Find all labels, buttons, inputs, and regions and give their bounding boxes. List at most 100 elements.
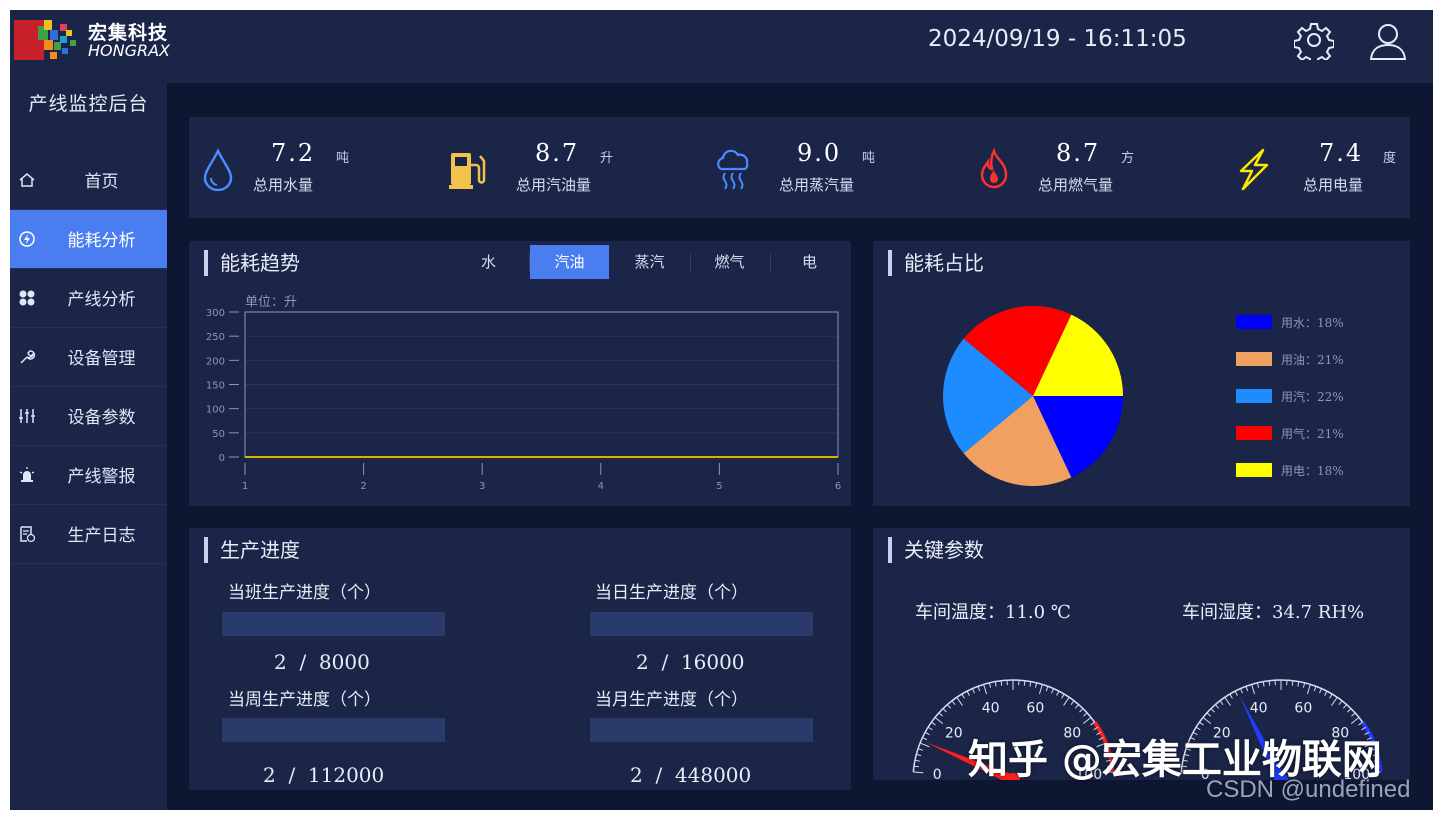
gauge-tick — [1302, 682, 1306, 688]
energy-share-pie-chart — [943, 306, 1123, 486]
gauge-tick — [1063, 696, 1070, 706]
kpi-label: 总用汽油量 — [516, 176, 592, 194]
kpi-value: 9.0 — [797, 139, 842, 167]
gauge-tick — [919, 742, 930, 748]
legend-label: 用气：21% — [1281, 427, 1344, 441]
energy-trend-panel: 能耗趋势 水 汽油 蒸汽 燃气 电 单位：升 0 50 100 150 200 250 300… — [189, 241, 851, 506]
kpi-water: 7.2 吨 总用水量 — [201, 117, 401, 218]
gauge-tick — [1256, 682, 1260, 688]
kpi-summary-bar: 7.2 吨 总用水量 8.7 升 总用汽油量 9.0 吨 总用蒸汽量 8.7 方… — [189, 117, 1410, 218]
top-header: 宏集科技 HONGRAX 2024/09/19 - 16:11:05 — [10, 10, 1433, 83]
gauge-tick-label: 40 — [982, 700, 1000, 716]
gauge-tick-label: 40 — [1250, 700, 1268, 716]
gauge-tick — [951, 700, 956, 706]
wrench-icon — [20, 350, 36, 364]
flame-icon — [980, 147, 1008, 189]
gauge-tick — [1000, 680, 1003, 686]
gauge-tick — [1291, 680, 1294, 686]
lightning-icon — [1239, 148, 1269, 191]
legend-swatch — [1236, 426, 1272, 440]
sidebar-item-energy-analysis[interactable]: 能耗分析 — [10, 210, 167, 269]
gauge-tick — [972, 688, 975, 694]
gauge-tick — [1324, 690, 1328, 696]
gauge-tick — [917, 748, 923, 751]
y-tick-label: 50 — [212, 429, 225, 440]
sidebar-item-line-alarms[interactable]: 产线警报 — [10, 446, 167, 505]
kpi-label: 总用电量 — [1303, 176, 1364, 194]
gauge-tick — [1240, 688, 1243, 694]
gauge-tick — [1215, 704, 1220, 709]
water-drop-icon — [203, 148, 233, 191]
gauge-tick — [1083, 712, 1088, 717]
gauge-tick-label: 20 — [945, 725, 963, 741]
kpi-label: 总用水量 — [253, 176, 314, 194]
production-progress-panel: 生产进度 当班生产进度（个） 2 / 8000 当日生产进度（个） 2 / 16… — [189, 528, 851, 790]
progress-value-month: 2 / 448000 — [630, 763, 752, 787]
legend-swatch — [1236, 389, 1272, 403]
legend-label: 用水：18% — [1281, 316, 1344, 330]
tab-electricity[interactable]: 电 — [770, 245, 849, 279]
kpi-unit: 方 — [1121, 151, 1135, 166]
fuel-pump-icon — [449, 153, 486, 189]
kpi-unit: 吨 — [336, 151, 350, 166]
gauge-tick — [988, 682, 992, 688]
kpi-electricity: 7.4 度 总用电量 — [1233, 117, 1410, 218]
current-datetime: 2024/09/19 - 16:11:05 — [928, 26, 1187, 52]
gauge-tick — [1199, 721, 1204, 726]
progress-label-month: 当月生产进度（个） — [595, 690, 748, 710]
kpi-steam: 9.0 吨 总用蒸汽量 — [713, 117, 913, 218]
legend-swatch — [1236, 352, 1272, 366]
gauge-tick — [1313, 686, 1317, 692]
home-icon — [19, 173, 35, 187]
panel-title: 关键参数 — [888, 537, 984, 563]
legend-label: 用电：18% — [1281, 464, 1344, 478]
gauge-tick — [1074, 704, 1079, 709]
progress-label-week: 当周生产进度（个） — [228, 690, 381, 710]
tab-gasoline[interactable]: 汽油 — [530, 245, 609, 279]
gauge-tick — [1351, 712, 1356, 717]
x-tick-label: 2 — [360, 481, 366, 492]
sidebar-item-label: 生产日志 — [67, 526, 136, 546]
kpi-label: 总用蒸汽量 — [779, 176, 855, 194]
workshop-humidity: 车间湿度：34.7 RH% — [1182, 602, 1365, 623]
kpi-unit: 度 — [1383, 151, 1397, 166]
kpi-value: 7.4 — [1319, 139, 1364, 167]
tab-gas[interactable]: 燃气 — [690, 245, 769, 279]
gauge-tick — [1338, 700, 1343, 706]
energy-icon — [19, 231, 35, 247]
gauge-tick — [938, 712, 943, 717]
sidebar-item-line-analysis[interactable]: 产线分析 — [10, 269, 167, 328]
tab-steam[interactable]: 蒸汽 — [610, 245, 689, 279]
sidebar-item-label: 产线分析 — [67, 290, 136, 310]
gauge-tick — [1329, 693, 1333, 699]
progress-value-shift: 2 / 8000 — [274, 650, 370, 674]
gauge-tick — [1023, 680, 1026, 686]
gauge-tick — [1206, 712, 1211, 717]
gauge-tick — [1251, 684, 1256, 695]
gauge-tick — [1051, 688, 1054, 694]
gauge-tick — [1045, 686, 1049, 692]
tab-water[interactable]: 水 — [449, 245, 528, 279]
gauge-tick — [1070, 700, 1075, 706]
gauge-tick — [1229, 693, 1233, 699]
sidebar-item-device-params[interactable]: 设备参数 — [10, 387, 167, 446]
gauge-tick — [1061, 693, 1065, 699]
sidebar-item-production-log[interactable]: 生产日志 — [10, 505, 167, 564]
kpi-label: 总用燃气量 — [1038, 176, 1114, 194]
sidebar-item-device-management[interactable]: 设备管理 — [10, 328, 167, 387]
kpi-value: 7.2 — [271, 139, 316, 167]
gauge-tick — [1210, 708, 1215, 713]
grid-icon — [19, 290, 35, 306]
user-profile-icon[interactable] — [1368, 20, 1408, 60]
workshop-temperature: 车间温度：11.0 ℃ — [915, 602, 1071, 623]
gauge-tick — [1234, 690, 1238, 696]
sidebar-item-home[interactable]: 首页 — [10, 151, 167, 210]
alarm-icon — [19, 467, 35, 482]
progress-bar-shift — [222, 612, 445, 636]
x-tick-label: 5 — [716, 481, 722, 492]
kpi-gas: 8.7 方 总用燃气量 — [974, 117, 1174, 218]
y-tick-label: 100 — [206, 405, 225, 416]
panel-title: 能耗占比 — [888, 250, 984, 276]
gauge-tick — [924, 731, 930, 736]
settings-gear-icon[interactable] — [1294, 20, 1334, 60]
